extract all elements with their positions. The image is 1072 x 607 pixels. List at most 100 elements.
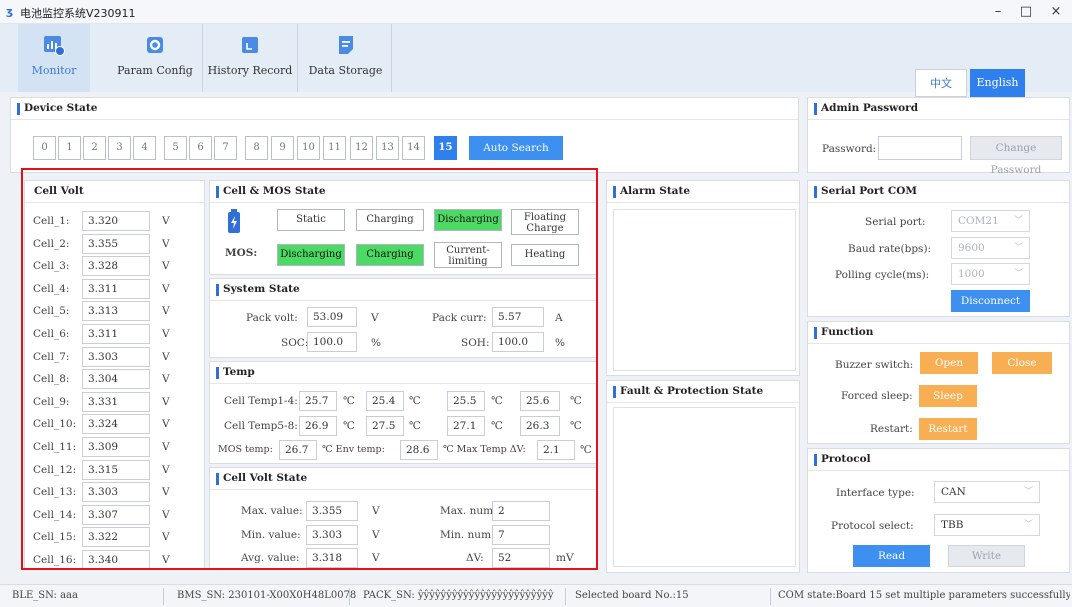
mos-temp-label: MOS temp: [218, 444, 273, 455]
nav-param-config[interactable]: Param Config [110, 24, 200, 92]
cell-label: Cell_14: [33, 508, 77, 521]
temp-7-field: 27.1 [447, 416, 485, 436]
cell-label: Cell_1: [33, 215, 70, 227]
language-switch: 中文 English [915, 69, 1025, 97]
status-bar: BLE_SN: aaa BMS_SN: 230101-X00X0H48L0078… [0, 584, 1072, 607]
temp-unit: ℃ [409, 420, 421, 432]
board-button[interactable]: 8 [245, 136, 268, 160]
cell-label: Cell_4: [33, 282, 70, 295]
chevron-down-icon: ﹀ [1013, 216, 1023, 226]
chevron-down-icon: ﹀ [1013, 243, 1023, 253]
board-button[interactable]: 13 [376, 136, 399, 160]
cell-label: Cell_6: [33, 328, 70, 340]
cell-value-field: 3.304 [82, 369, 150, 390]
cell-value-field: 3.331 [82, 391, 150, 412]
board-button[interactable]: 9 [271, 136, 294, 160]
chevron-down-icon: ﹀ [1023, 520, 1033, 530]
restart-button[interactable]: Restart [919, 418, 977, 440]
cell-volt-panel: Cell Volt Cell_1: 3.320 V Cell_2: 3.355 V Cell… [24, 180, 205, 570]
fault-list [613, 407, 796, 567]
board-button[interactable]: 3 [108, 136, 131, 160]
window-title: 电池监控系统V230911 [20, 7, 136, 20]
cell-unit: V [162, 554, 170, 566]
lang-chinese-button[interactable]: 中文 [915, 69, 967, 97]
serial-port-label: Serial port: [865, 216, 926, 228]
mos-temp-field: 26.7 [279, 440, 317, 460]
delta-v-field: 52 [492, 548, 550, 568]
auto-search-button[interactable]: Auto Search [469, 136, 563, 160]
board-button[interactable]: 1 [58, 136, 81, 160]
selected-board: Selected board No.:15 [575, 590, 689, 601]
state-charging: Charging [356, 209, 424, 231]
min-value-field: 3.303 [306, 525, 358, 545]
password-input[interactable] [878, 136, 962, 160]
mos-current-limiting: Current- limiting [434, 242, 502, 268]
protocol-select[interactable]: TBB ﹀ [934, 514, 1040, 536]
disconnect-button[interactable]: Disconnect [951, 290, 1030, 312]
cell-row: Cell_5: 3.313 V [25, 301, 205, 322]
temp-5-field: 26.9 [299, 416, 337, 436]
pack-curr-field: 5.57 [492, 307, 544, 327]
pack-volt-field: 53.09 [307, 307, 357, 327]
cell-label: Cell_10: [33, 418, 77, 431]
delta-v-label: ΔV: [466, 552, 484, 564]
cell-unit: V [162, 531, 170, 544]
nav-monitor[interactable]: Monitor [18, 24, 90, 92]
protocol-panel: Protocol Interface type: CAN ﹀ Protocol s… [807, 448, 1070, 573]
nav-data-storage[interactable]: Data Storage [300, 24, 392, 92]
read-button[interactable]: Read [853, 545, 930, 567]
board-button[interactable]: 4 [133, 136, 156, 160]
temp-8-field: 26.3 [520, 416, 560, 436]
alarm-state-title: Alarm State [620, 185, 691, 197]
write-button[interactable]: Write [948, 545, 1025, 567]
board-button[interactable]: 14 [402, 136, 425, 160]
soc-label: SOC: [281, 337, 309, 349]
cell-value-field: 3.320 [82, 211, 150, 231]
temp-unit: ℃ [570, 420, 582, 432]
cell-row: Cell_12: 3.315 V [25, 459, 205, 480]
cell-unit: V [162, 215, 170, 227]
board-button-active[interactable]: 15 [434, 136, 457, 160]
buzzer-open-button[interactable]: Open [920, 352, 978, 374]
cell-row: Cell_8: 3.304 V [25, 369, 205, 390]
board-button[interactable]: 0 [33, 136, 56, 160]
board-button[interactable]: 7 [214, 136, 237, 160]
state-static: Static [277, 209, 345, 231]
battery-charge-icon [228, 209, 240, 233]
buzzer-close-button[interactable]: Close [992, 352, 1052, 374]
board-button[interactable]: 11 [323, 136, 346, 160]
board-button[interactable]: 5 [164, 136, 187, 160]
close-button[interactable]: × [1043, 3, 1069, 21]
board-button[interactable]: 12 [350, 136, 373, 160]
gear-icon [147, 37, 163, 53]
cell-unit: V [162, 463, 170, 476]
mos-discharging: Discharging [277, 244, 345, 266]
baud-rate-select[interactable]: 9600 ﹀ [951, 237, 1030, 259]
board-button[interactable]: 6 [189, 136, 212, 160]
fault-state-panel: Fault & Protection State [606, 380, 800, 573]
min-value-label: Min. value: [241, 529, 301, 541]
admin-password-title: Admin Password [821, 102, 919, 114]
lang-english-button[interactable]: English [970, 69, 1025, 97]
soh-label: SOH: [461, 337, 490, 349]
interface-type-select[interactable]: CAN ﹀ [934, 481, 1040, 503]
board-button[interactable]: 10 [297, 136, 320, 160]
interface-type-label: Interface type: [836, 487, 915, 499]
state-floating-charge: Floating Charge [511, 209, 579, 235]
minimize-button[interactable]: – [985, 3, 1011, 21]
change-password-button[interactable]: Change Password [970, 136, 1062, 176]
document-icon [338, 36, 353, 54]
soh-field: 100.0 [492, 332, 544, 352]
polling-cycle-select[interactable]: 1000 ﹀ [951, 263, 1030, 285]
temp-6-field: 27.5 [366, 416, 404, 436]
serial-port-select[interactable]: COM21 ﹀ [951, 210, 1030, 232]
history-icon [242, 37, 258, 53]
cell-unit: V [162, 418, 170, 431]
board-button[interactable]: 2 [83, 136, 106, 160]
cell-unit: V [162, 508, 170, 521]
nav-history-record[interactable]: History Record [202, 24, 298, 92]
pack-volt-unit: V [371, 312, 379, 324]
forced-sleep-label: Forced sleep: [841, 390, 913, 402]
sleep-button[interactable]: Sleep [919, 385, 977, 407]
maximize-button[interactable]: □ [1013, 3, 1039, 21]
